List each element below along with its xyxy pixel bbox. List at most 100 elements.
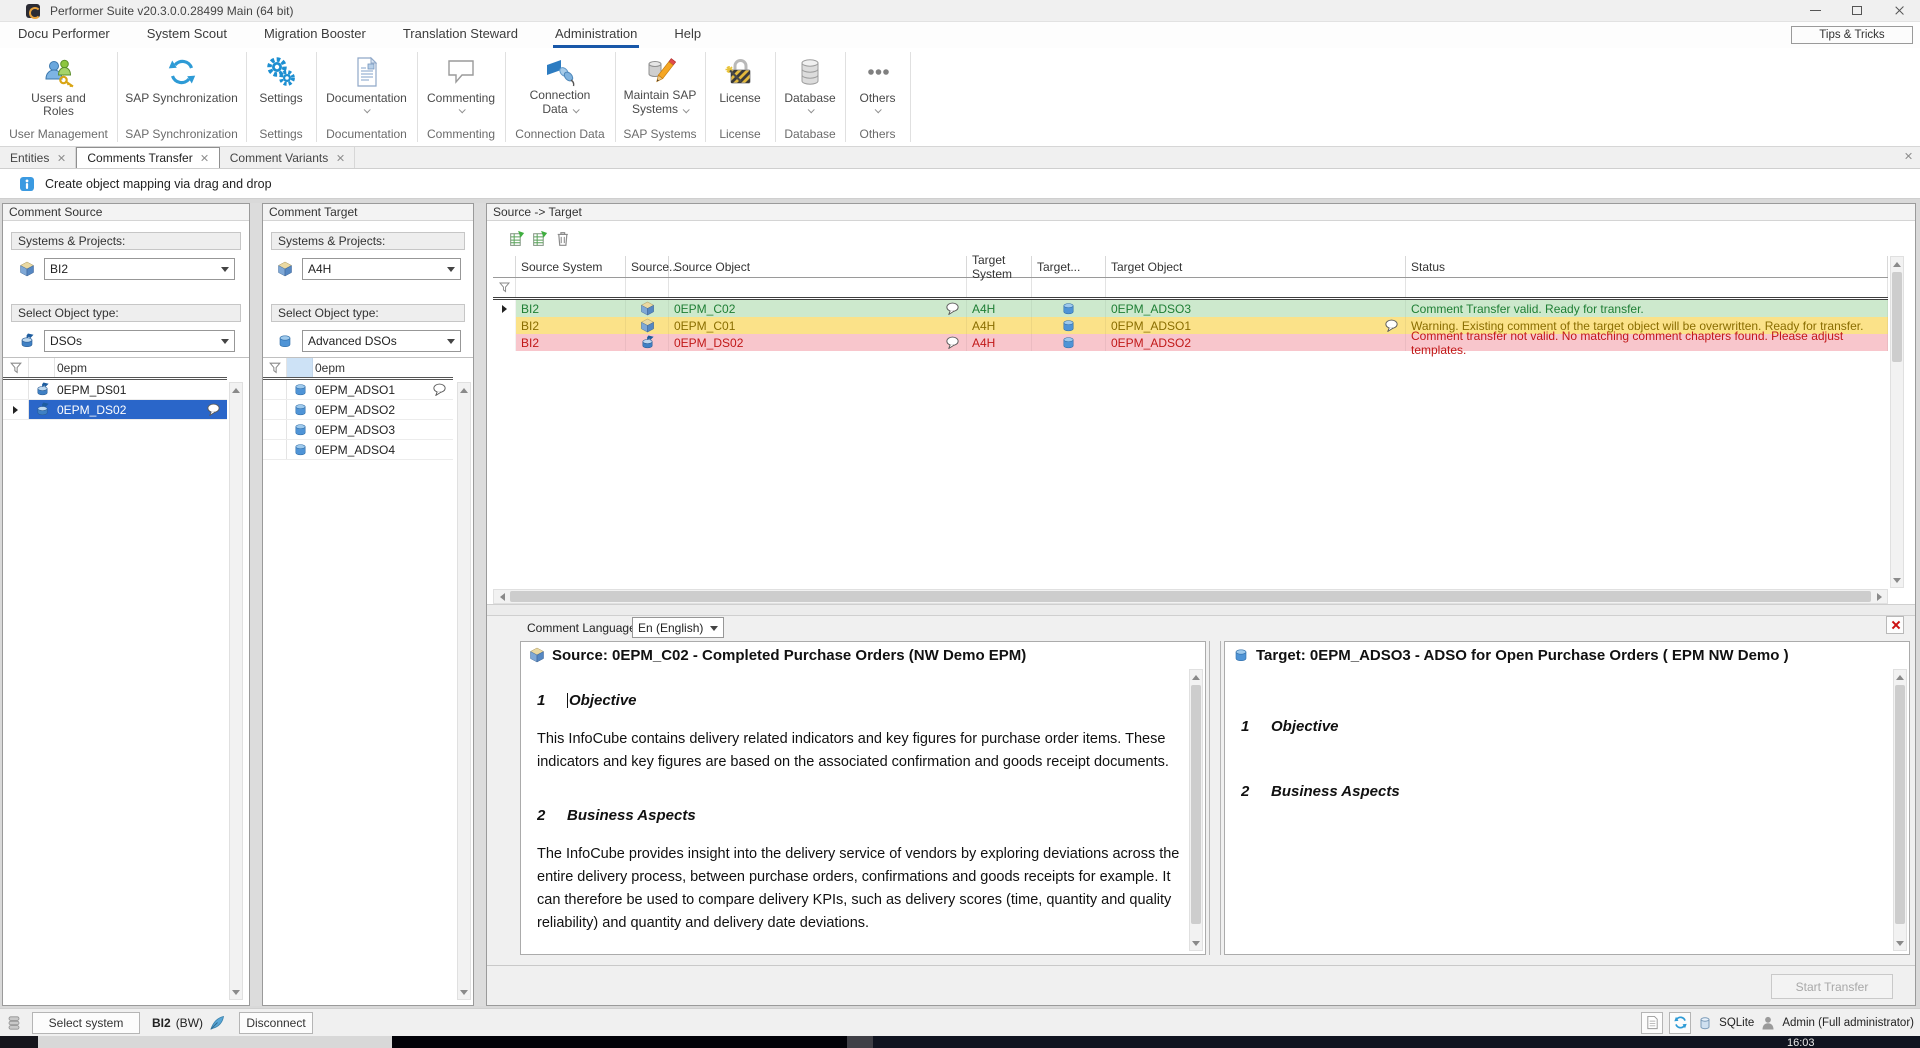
ribbon-documentation-button[interactable]: Documentation [316,52,417,124]
maximize-button[interactable] [1836,0,1878,21]
tab-help[interactable]: Help [672,22,703,48]
refresh-button[interactable] [1669,1012,1691,1034]
preview-splitter[interactable] [1209,641,1221,955]
col-source-system[interactable]: Source System [516,256,626,277]
taskbar-window-segment[interactable] [38,1036,392,1048]
select-system-button[interactable]: Select system [32,1012,140,1034]
info-bar-text: Create object mapping via drag and drop [45,177,272,191]
comment-icon [445,52,477,88]
system-cube-icon [277,261,293,277]
close-button[interactable] [1878,0,1920,21]
source-filter-input[interactable]: 0epm [55,358,227,377]
window-title: Performer Suite v20.3.0.0.28499 Main (64… [50,4,293,18]
list-item-selected[interactable]: 0EPM_DS02 [3,400,227,420]
col-source-type[interactable]: Source... [626,256,669,277]
infocube-icon [529,647,545,663]
maintain-icon [644,52,676,88]
source-preview-scrollbar[interactable] [1189,669,1203,951]
ribbon-sap-synchronization-button[interactable]: SAP Synchronization [117,52,246,124]
comment-language-select[interactable]: En (English) [632,617,724,638]
status-text: Comment transfer not valid. No matching … [1406,334,1888,351]
close-tab-icon[interactable] [57,154,65,162]
ribbon-others-button[interactable]: Others [845,52,910,124]
grid-vertical-scrollbar[interactable] [1890,256,1904,588]
tab-system-scout[interactable]: System Scout [145,22,229,48]
list-item[interactable]: 0EPM_ADSO2 [263,400,453,420]
close-tab-icon[interactable] [336,154,344,162]
comment-bubble-icon [1384,318,1399,333]
status-bar: Select system BI2 (BW) Disconnect SQLite… [0,1008,1920,1036]
target-list-filter-row[interactable]: 0epm [263,358,453,380]
ribbon-database-button[interactable]: Database [775,52,845,124]
ribbon-users-and-roles-button[interactable]: Users and Roles [0,52,117,124]
source-list-scrollbar[interactable] [229,382,243,1000]
ribbon-maintain-sap-systems-button[interactable]: Maintain SAP Systems [615,52,705,124]
refresh-icon [1673,1015,1688,1030]
disconnect-button[interactable]: Disconnect [239,1012,313,1034]
export-add-icon[interactable] [508,230,525,247]
ribbon-tab-bar: Docu Performer System Scout Migration Bo… [0,22,1920,48]
list-item[interactable]: 0EPM_ADSO1 [263,380,453,400]
filter-funnel-icon [268,361,282,375]
dso-icon [19,333,35,349]
list-item[interactable]: 0EPM_ADSO3 [263,420,453,440]
target-system-select[interactable]: A4H [302,258,461,280]
col-target-type[interactable]: Target... [1032,256,1106,277]
doc-tab-comments-transfer[interactable]: Comments Transfer [76,147,219,168]
ribbon-connection-data-button[interactable]: Connection Data [505,52,615,124]
horizontal-splitter[interactable] [487,604,1915,616]
doc-tab-comment-variants[interactable]: Comment Variants [220,147,355,168]
tab-administration[interactable]: Administration [553,22,639,48]
comment-language-label: Comment Language [527,621,636,635]
export-add-icon[interactable] [531,230,548,247]
source-document[interactable]: 1Objective This InfoCube contains delive… [537,668,1181,950]
group-label-others: Others [845,125,910,143]
feather-pen-icon[interactable] [209,1015,225,1031]
col-source-object[interactable]: Source Object [669,256,967,277]
doc-paragraph: This InfoCube contains delivery related … [537,728,1181,774]
col-target-object[interactable]: Target Object [1106,256,1406,277]
doc-heading: 2Business Aspects [537,807,1181,824]
minimize-button[interactable] [1794,0,1836,21]
start-transfer-button[interactable]: Start Transfer [1771,974,1893,999]
source-list-filter-row[interactable]: 0epm [3,358,227,380]
connected-system-type: (BW) [176,1016,203,1030]
target-filter-input[interactable]: 0epm [313,358,453,377]
source-object-type-select[interactable]: DSOs [44,330,235,352]
mapping-row[interactable]: BI2 0EPM_DS02 A4H 0EPM_ADSO2 Comment tra… [493,334,1888,351]
col-status[interactable]: Status [1406,256,1888,277]
close-tab-icon[interactable] [201,154,209,162]
close-tab-strip-icon[interactable] [1904,152,1912,160]
panel-splitter[interactable] [250,203,262,1006]
close-preview-button[interactable] [1886,616,1904,634]
list-item[interactable]: 0EPM_ADSO4 [263,440,453,460]
mapping-row[interactable]: BI2 0EPM_C02 A4H 0EPM_ADSO3 Comment Tran… [493,300,1888,317]
ribbon-license-button[interactable]: License [705,52,775,124]
doc-tab-entities[interactable]: Entities [0,147,76,168]
tab-translation-steward[interactable]: Translation Steward [401,22,520,48]
group-label-license: License [705,125,775,143]
info-icon [19,176,35,192]
target-list-scrollbar[interactable] [457,382,471,1000]
target-object-list: 0epm 0EPM_ADSO1 0EPM_ADSO2 [263,357,473,1004]
list-item[interactable]: 0EPM_DS01 [3,380,227,400]
target-object-type-select[interactable]: Advanced DSOs [302,330,461,352]
tab-docu-performer[interactable]: Docu Performer [16,22,112,48]
source-system-select[interactable]: BI2 [44,258,235,280]
panel-splitter[interactable] [474,203,486,1006]
ribbon-settings-button[interactable]: Settings [246,52,316,124]
target-preview-scrollbar[interactable] [1893,669,1907,951]
group-label-sap-systems: SAP Systems [615,125,705,143]
tips-and-tricks-button[interactable]: Tips & Tricks [1791,26,1913,44]
object-type-label: Select Object type: [271,304,465,322]
ribbon-commenting-button[interactable]: Commenting [417,52,505,124]
grid-filter-row[interactable] [493,278,1888,300]
target-document[interactable]: 1Objective 2Business Aspects [1241,668,1885,950]
col-target-system[interactable]: Target System [967,256,1032,277]
tab-migration-booster[interactable]: Migration Booster [262,22,368,48]
log-page-button[interactable] [1641,1012,1663,1034]
grid-horizontal-scrollbar[interactable] [493,589,1888,604]
trash-icon[interactable] [554,230,571,247]
windows-taskbar[interactable]: 16:03 [0,1036,1920,1048]
mapping-grid: Source System Source... Source Object Ta… [493,256,1904,604]
